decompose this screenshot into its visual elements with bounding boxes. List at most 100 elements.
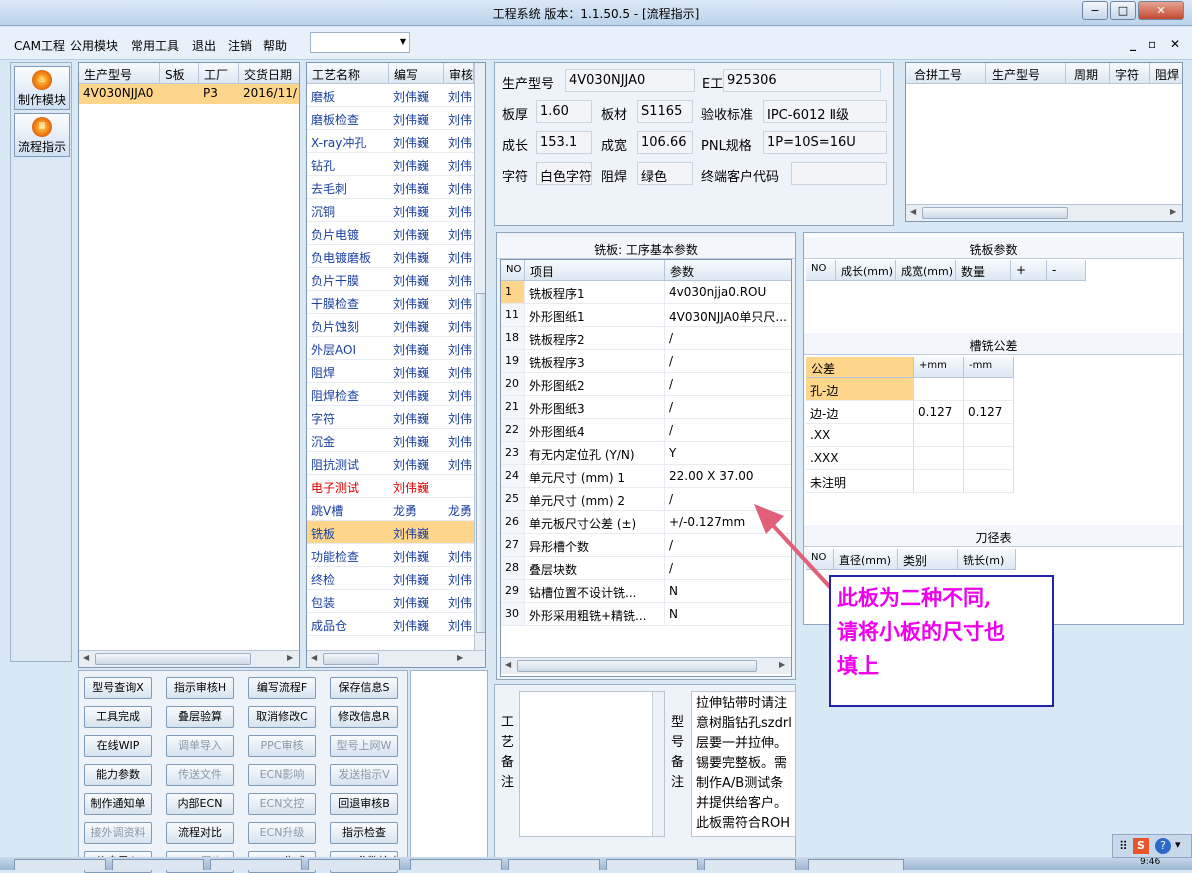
table-row[interactable]: 去毛刺 刘伟巍 刘伟 <box>307 176 474 199</box>
table-row[interactable]: 24 单元尺寸 (mm) 1 22.00 X 37.00 <box>501 465 791 488</box>
column-header[interactable]: 周期 <box>1066 63 1110 84</box>
action-button[interactable]: 制作通知单 <box>84 793 152 815</box>
help-icon[interactable]: ? <box>1155 838 1171 854</box>
action-button[interactable]: 取消修改C <box>248 706 316 728</box>
column-header[interactable]: - <box>1047 260 1086 281</box>
action-button[interactable]: PPC审核 <box>248 735 316 757</box>
column-header[interactable]: NO <box>806 260 836 281</box>
horizontal-scrollbar[interactable]: ◀ ▶ <box>501 657 791 674</box>
close-button[interactable]: ✕ <box>1138 1 1184 20</box>
column-header[interactable]: 生产型号 <box>79 63 160 84</box>
menu-common-module[interactable]: 公用模块 <box>70 37 118 54</box>
table-row[interactable]: 1 铣板程序1 4v030njja0.ROU <box>501 281 791 304</box>
table-row[interactable]: 19 铣板程序3/ <box>501 350 791 373</box>
table-row[interactable]: 阻抗测试 刘伟巍 刘伟 <box>307 452 474 475</box>
menu-tools[interactable]: 常用工具 <box>131 37 179 54</box>
info-field[interactable]: 白色字符 <box>536 162 592 185</box>
table-row[interactable]: 阻焊检查 刘伟巍 刘伟 <box>307 383 474 406</box>
action-button[interactable]: 能力参数 <box>84 764 152 786</box>
table-row[interactable]: 孔-边 <box>806 378 1016 401</box>
info-field[interactable]: IPC-6012 Ⅱ级 <box>763 100 887 123</box>
info-field[interactable]: 1.60 <box>536 100 592 123</box>
info-field[interactable] <box>791 162 887 185</box>
action-button[interactable]: 保存信息S <box>330 677 398 699</box>
model-notes-textarea[interactable]: 拉伸钻带时请注意树脂钻孔szdrl层要一并拉伸。锡要完整板。需制作A/B测试条并… <box>691 691 796 837</box>
table-row[interactable]: 磨板 刘伟巍 刘伟 <box>307 84 474 107</box>
action-button[interactable]: 叠层验算 <box>166 706 234 728</box>
process-notes-textarea[interactable] <box>519 691 665 837</box>
table-row[interactable]: 11 外形图纸1 4V030NJJA0单只尺... <box>501 304 791 327</box>
table-row[interactable]: .XXX <box>806 447 1016 470</box>
taskbar-item[interactable] <box>308 859 400 870</box>
column-header[interactable]: 项目 <box>525 260 665 281</box>
column-header[interactable]: 字符 <box>1110 63 1150 84</box>
action-button[interactable]: ECN影响 <box>248 764 316 786</box>
table-row[interactable]: X-ray冲孔 刘伟巍 刘伟 <box>307 130 474 153</box>
action-button[interactable]: 在线WIP <box>84 735 152 757</box>
action-button[interactable]: 调单导入 <box>166 735 234 757</box>
column-header[interactable]: 生产型号 <box>986 63 1066 84</box>
taskbar-item[interactable] <box>112 859 204 870</box>
action-button[interactable]: ECN升级 <box>248 822 316 844</box>
table-row[interactable]: 磨板检查 刘伟巍 刘伟 <box>307 107 474 130</box>
action-button[interactable]: 型号上网W <box>330 735 398 757</box>
taskbar-item[interactable] <box>14 859 106 870</box>
column-header[interactable]: S板 <box>160 63 199 84</box>
action-button[interactable]: 指示检查 <box>330 822 398 844</box>
tray-arrow-icon[interactable]: ▾ <box>1175 838 1181 851</box>
action-button[interactable]: 工具完成 <box>84 706 152 728</box>
table-row[interactable]: 4V030NJJA0 P3 2016/11/ <box>79 84 299 104</box>
info-field[interactable]: 绿色 <box>637 162 693 185</box>
table-row[interactable]: 23 有无内定位孔 (Y/N) Y <box>501 442 791 465</box>
info-field[interactable]: 925306 <box>723 69 881 92</box>
column-header[interactable]: 工厂 <box>199 63 239 84</box>
mdi-close-button[interactable]: ✕ <box>1170 37 1180 51</box>
table-row[interactable]: 20 外形图纸2/ <box>501 373 791 396</box>
table-row[interactable]: 电子测试 刘伟巍 <box>307 475 474 498</box>
menu-logout[interactable]: 注销 <box>228 37 252 54</box>
table-row[interactable]: 字符 刘伟巍 刘伟 <box>307 406 474 429</box>
flow-guide-button[interactable]: Ⅲ 流程指示 <box>14 113 70 157</box>
action-button[interactable]: 传送文件 <box>166 764 234 786</box>
action-button[interactable]: 内部ECN <box>166 793 234 815</box>
table-row[interactable]: 负片蚀刻 刘伟巍 刘伟 <box>307 314 474 337</box>
column-header[interactable]: 公差 <box>806 357 914 378</box>
column-header[interactable]: 数量 <box>956 260 1011 281</box>
taskbar-item[interactable] <box>210 859 302 870</box>
column-header[interactable]: 审核 <box>444 63 474 84</box>
input-method-icon[interactable]: S <box>1133 838 1149 854</box>
table-row[interactable]: 干膜检查 刘伟巍 刘伟 <box>307 291 474 314</box>
action-button[interactable]: ECN文控 <box>248 793 316 815</box>
column-header[interactable]: 类别 <box>898 549 958 570</box>
menu-combo[interactable]: ▼ <box>310 32 410 53</box>
menu-exit[interactable]: 退出 <box>192 37 216 54</box>
column-header[interactable]: + <box>1011 260 1047 281</box>
mdi-restore-button[interactable]: ▫ <box>1148 37 1156 51</box>
table-row[interactable]: 阻焊 刘伟巍 刘伟 <box>307 360 474 383</box>
column-header[interactable]: 参数 <box>665 260 791 281</box>
table-row[interactable]: 负片电镀 刘伟巍 刘伟 <box>307 222 474 245</box>
table-row[interactable]: 跳V槽 龙勇 龙勇 <box>307 498 474 521</box>
table-row[interactable]: 22 外形图纸4/ <box>501 419 791 442</box>
action-button[interactable]: 指示审核H <box>166 677 234 699</box>
table-row[interactable]: 沉金 刘伟巍 刘伟 <box>307 429 474 452</box>
column-header[interactable]: 阻焊 <box>1150 63 1182 84</box>
column-header[interactable]: 交货日期 <box>239 63 299 84</box>
column-header[interactable]: 成长(mm) <box>836 260 896 281</box>
action-button[interactable]: 编写流程F <box>248 677 316 699</box>
vertical-scrollbar[interactable] <box>652 692 664 836</box>
vertical-scrollbar[interactable] <box>474 63 485 652</box>
table-row[interactable]: 包装 刘伟巍 刘伟 <box>307 590 474 613</box>
table-row[interactable]: 铣板 刘伟巍 <box>307 521 474 544</box>
taskbar-item[interactable] <box>606 859 698 870</box>
column-header[interactable]: +mm <box>914 357 964 378</box>
column-header[interactable]: 工艺名称 <box>307 63 389 84</box>
menu-help[interactable]: 帮助 <box>263 37 287 54</box>
info-field[interactable]: 4V030NJJA0 <box>565 69 695 92</box>
table-row[interactable]: 沉铜 刘伟巍 刘伟 <box>307 199 474 222</box>
table-row[interactable]: 外层AOI 刘伟巍 刘伟 <box>307 337 474 360</box>
info-field[interactable]: 106.66 <box>637 131 693 154</box>
column-header[interactable]: -mm <box>964 357 1014 378</box>
table-row[interactable]: 21 外形图纸3/ <box>501 396 791 419</box>
column-header[interactable]: 铣长(m) <box>958 549 1016 570</box>
